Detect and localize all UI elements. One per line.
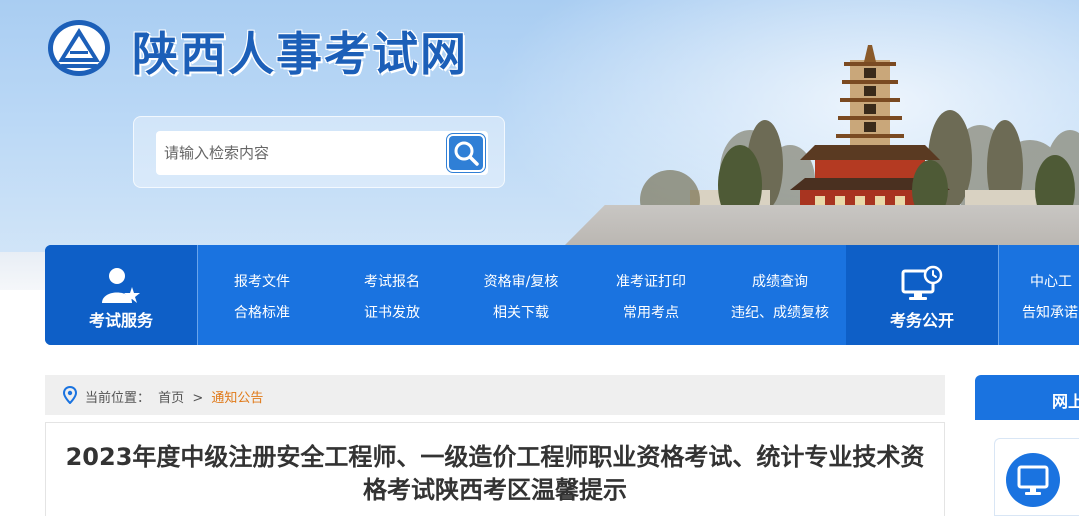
nav-link-score-query[interactable]: 成绩查询 bbox=[752, 271, 808, 291]
article-panel: 2023年度中级注册安全工程师、一级造价工程师职业资格考试、统计专业技术资格考试… bbox=[45, 422, 945, 516]
nav-exam-service-label: 考试服务 bbox=[88, 311, 153, 330]
computer-icon bbox=[1017, 465, 1049, 495]
sidebar-card[interactable] bbox=[994, 438, 1079, 516]
breadcrumb-prefix: 当前位置： bbox=[85, 391, 151, 406]
breadcrumb-text: 当前位置： 首页 > 通知公告 bbox=[85, 387, 267, 406]
nav-divider bbox=[197, 245, 198, 345]
nav-link-registration-docs[interactable]: 报考文件 bbox=[234, 271, 290, 291]
location-pin-icon bbox=[63, 386, 77, 404]
nav-link-violation-review[interactable]: 违纪、成绩复核 bbox=[731, 302, 829, 322]
search-button[interactable] bbox=[447, 134, 485, 172]
search-box bbox=[133, 116, 505, 188]
article-title: 2023年度中级注册安全工程师、一级造价工程师职业资格考试、统计专业技术资格考试… bbox=[65, 443, 925, 504]
nav-link-center-work[interactable]: 中心工 bbox=[1030, 271, 1072, 291]
site-title[interactable]: 陕西人事考试网 bbox=[132, 18, 468, 84]
main-nav: 考试服务 报考文件 合格标准 考试报名 证书发放 资格审/复核 相关下载 准考证… bbox=[45, 245, 1079, 345]
sidebar-card-icon-bg bbox=[1006, 453, 1060, 507]
search-icon bbox=[454, 141, 479, 166]
nav-exam-affairs[interactable]: 考务公开 bbox=[846, 245, 998, 345]
nav-link-certificate-issue[interactable]: 证书发放 bbox=[364, 302, 420, 322]
nav-link-notification-commitment[interactable]: 告知承诺 bbox=[1022, 302, 1078, 322]
nav-divider bbox=[998, 245, 999, 345]
breadcrumb-current[interactable]: 通知公告 bbox=[211, 391, 263, 406]
sidebar-heading: 网上 bbox=[975, 375, 1079, 420]
breadcrumb-separator: > bbox=[192, 391, 204, 406]
monitor-clock-icon bbox=[901, 265, 943, 300]
breadcrumb-home[interactable]: 首页 bbox=[158, 391, 184, 406]
nav-link-downloads[interactable]: 相关下载 bbox=[493, 302, 549, 322]
nav-link-admission-ticket[interactable]: 准考证打印 bbox=[616, 271, 686, 291]
nav-exam-service[interactable]: 考试服务 bbox=[45, 245, 197, 345]
search-input[interactable] bbox=[156, 131, 488, 175]
user-badge-icon bbox=[102, 268, 140, 303]
breadcrumb: 当前位置： 首页 > 通知公告 bbox=[45, 375, 945, 415]
site-logo-icon[interactable] bbox=[46, 18, 112, 78]
sidebar-heading-text: 网上 bbox=[1052, 392, 1079, 411]
nav-link-qualification-review[interactable]: 资格审/复核 bbox=[484, 271, 559, 291]
plaza bbox=[560, 205, 1079, 250]
giant-wild-goose-pagoda-illustration bbox=[640, 45, 1079, 230]
nav-link-exam-sites[interactable]: 常用考点 bbox=[623, 302, 679, 322]
nav-link-exam-registration[interactable]: 考试报名 bbox=[364, 271, 420, 291]
nav-exam-affairs-label: 考务公开 bbox=[889, 311, 954, 330]
nav-link-pass-standard[interactable]: 合格标准 bbox=[234, 302, 290, 322]
